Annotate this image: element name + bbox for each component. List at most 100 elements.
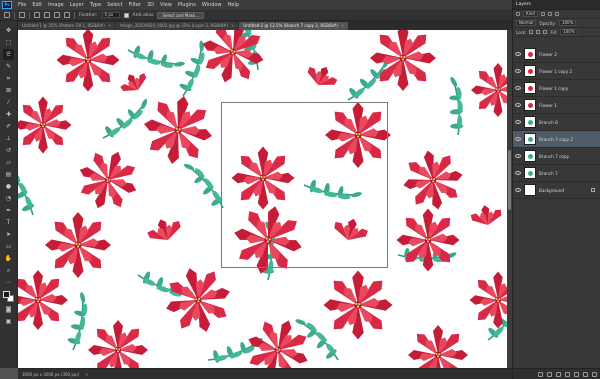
intersect-selection-icon[interactable] (64, 12, 70, 18)
layer-row[interactable]: Branch 7 copy 2 (513, 131, 600, 148)
lock-icon[interactable] (591, 188, 595, 192)
clone-stamp-tool-icon[interactable]: ⊥ (3, 133, 14, 144)
color-swatches[interactable] (2, 291, 15, 303)
layer-row[interactable]: Flower 1 copy 2 (513, 63, 600, 80)
lock-pixels-icon[interactable] (536, 30, 541, 34)
lasso-tool-icon[interactable]: ᘓ (3, 49, 14, 60)
scrollbar-thumb[interactable] (508, 150, 511, 210)
link-layers-icon[interactable] (538, 371, 543, 377)
type-filter-icon[interactable] (554, 12, 559, 16)
screen-mode-icon[interactable]: ▣ (3, 316, 14, 327)
layer-row[interactable]: Flower 2 (513, 46, 600, 63)
pen-tool-icon[interactable]: ✒ (3, 205, 14, 216)
layer-row[interactable]: Branch 8 (513, 114, 600, 131)
close-icon[interactable]: × (108, 22, 111, 30)
gradient-tool-icon[interactable]: ▤ (3, 169, 14, 180)
eyedropper-tool-icon[interactable]: ⁄ (3, 97, 14, 108)
blend-mode-select[interactable]: Normal (516, 20, 537, 26)
subtract-from-selection-icon[interactable] (54, 12, 60, 18)
close-icon[interactable]: × (341, 22, 344, 30)
foreground-color-swatch[interactable] (2, 291, 10, 298)
layers-panel-title[interactable]: Layers (516, 2, 531, 7)
layer-thumbnail (524, 184, 536, 196)
blur-tool-icon[interactable]: ● (3, 181, 14, 192)
delete-layer-icon[interactable] (592, 371, 597, 377)
move-tool-icon[interactable]: ✥ (3, 25, 14, 36)
eye-icon[interactable] (515, 69, 521, 73)
antialias-checkbox[interactable] (123, 12, 129, 18)
menu-item-file[interactable]: File (15, 2, 29, 8)
eye-icon[interactable] (515, 103, 521, 107)
selection-marquee[interactable] (221, 102, 388, 268)
layer-style-icon[interactable] (547, 371, 552, 377)
kind-filter-select[interactable]: Kind (523, 11, 538, 17)
eye-icon[interactable] (515, 154, 521, 158)
eye-icon[interactable] (515, 171, 521, 175)
menu-item-layer[interactable]: Layer (67, 2, 87, 8)
lock-transparent-icon[interactable] (529, 30, 534, 34)
menu-item-select[interactable]: Select (104, 2, 125, 8)
lock-position-icon[interactable] (543, 30, 548, 34)
select-and-mask-button[interactable]: Select and Mask... (157, 11, 205, 19)
eye-icon[interactable] (515, 137, 521, 141)
eraser-tool-icon[interactable]: ▱ (3, 157, 14, 168)
search-filter-icon (516, 12, 520, 16)
layer-row[interactable]: Branch 7 (513, 165, 600, 182)
crop-tool-icon[interactable]: ⌗ (3, 73, 14, 84)
type-tool-icon[interactable]: T (3, 217, 14, 228)
rectangle-tool-icon[interactable]: ▭ (3, 241, 14, 252)
status-arrow-icon[interactable]: > (85, 372, 88, 377)
marquee-tool-icon[interactable]: ⬚ (3, 37, 14, 48)
menu-item-3d[interactable]: 3D (144, 2, 157, 8)
pixel-filter-icon[interactable] (540, 12, 545, 16)
lock-label: Lock: (516, 29, 527, 35)
eye-icon[interactable] (515, 188, 521, 192)
menu-item-type[interactable]: Type (87, 2, 104, 8)
menu-item-edit[interactable]: Edit (29, 2, 45, 8)
menu-item-filter[interactable]: Filter (126, 2, 144, 8)
zoom-tool-icon[interactable]: ⌕ (3, 265, 14, 276)
quick-mask-icon[interactable]: ◙ (3, 304, 14, 315)
new-layer-icon[interactable] (583, 371, 588, 377)
document-tab[interactable]: Untitled-1 @ 25% (Pattern Fill 1, RGB/8#… (18, 22, 116, 30)
fill-field[interactable]: 100% (560, 29, 578, 35)
menu-item-plugins[interactable]: Plugins (175, 2, 199, 8)
add-mask-icon[interactable] (556, 371, 561, 377)
menu-item-window[interactable]: Window (199, 2, 225, 8)
opacity-label: Opacity: (539, 20, 556, 26)
history-brush-tool-icon[interactable]: ↺ (3, 145, 14, 156)
dodge-tool-icon[interactable]: ◔ (3, 193, 14, 204)
lasso-tool-preset-icon[interactable] (19, 12, 25, 18)
feather-field[interactable]: 0 px (101, 12, 120, 18)
hand-tool-icon[interactable]: ✋ (3, 253, 14, 264)
brush-tool-icon[interactable]: ✐ (3, 121, 14, 132)
adjustment-filter-icon[interactable] (547, 12, 552, 16)
close-icon[interactable]: × (231, 22, 234, 30)
new-group-icon[interactable] (574, 371, 579, 377)
document-canvas[interactable] (18, 30, 512, 368)
menu-item-view[interactable]: View (157, 2, 175, 8)
eye-icon[interactable] (515, 52, 521, 56)
quick-selection-tool-icon[interactable]: ✎ (3, 61, 14, 72)
more-tools-icon[interactable]: ⋯ (3, 277, 14, 288)
healing-brush-tool-icon[interactable]: ✚ (3, 109, 14, 120)
path-selection-tool-icon[interactable]: ➤ (3, 229, 14, 240)
adjustment-layer-icon[interactable] (565, 371, 570, 377)
layer-row[interactable]: Background (513, 182, 600, 199)
document-tab[interactable]: Untitled-2 @ 12.5% (Branch 7 copy 2, RGB… (239, 22, 349, 30)
layer-filter-row: Kind (513, 10, 600, 19)
layer-row[interactable]: Flower 1 (513, 97, 600, 114)
menu-item-image[interactable]: Image (45, 2, 67, 8)
menu-item-help[interactable]: Help (225, 2, 242, 8)
layer-row[interactable]: Branch 7 copy (513, 148, 600, 165)
home-icon[interactable] (4, 12, 10, 18)
opacity-field[interactable]: 100% (558, 20, 577, 26)
eye-icon[interactable] (515, 86, 521, 90)
new-selection-icon[interactable] (34, 12, 40, 18)
document-tab[interactable]: Image_20200920_0002.jpg @ 25% (Layer 2, … (116, 22, 239, 30)
add-to-selection-icon[interactable] (44, 12, 50, 18)
frame-tool-icon[interactable]: ⊠ (3, 85, 14, 96)
lock-fill-row: Lock: Fill: 100% (513, 28, 600, 37)
layer-row[interactable]: Flower 1 copy (513, 80, 600, 97)
eye-icon[interactable] (515, 120, 521, 124)
